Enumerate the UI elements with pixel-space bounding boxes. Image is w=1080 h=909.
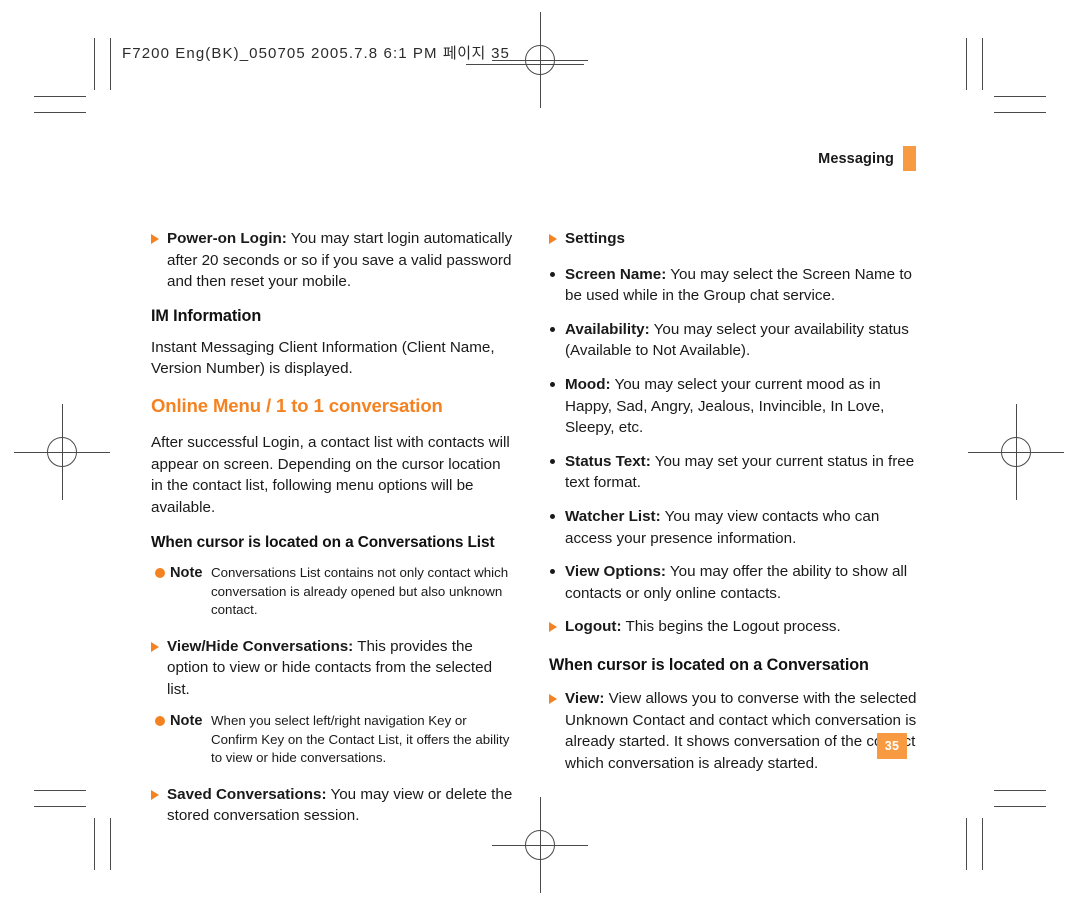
list-item-logout: Logout: This begins the Logout process. <box>549 616 921 638</box>
list-item-view: View: View allows you to converse with t… <box>549 688 921 774</box>
list-item-lead: View: <box>565 689 605 707</box>
heading-conversations-list: When cursor is located on a Conversation… <box>151 534 495 552</box>
list-item-lead: Availability: <box>565 320 650 338</box>
list-item-status-text: Status Text: You may set your current st… <box>549 451 921 494</box>
triangle-bullet-icon <box>151 234 159 244</box>
right-column: Settings Screen Name: You may select the… <box>549 228 921 776</box>
note-body: When you select left/right navigation Ke… <box>211 713 510 766</box>
round-bullet-icon <box>550 271 555 277</box>
heading-online-menu: Online Menu / 1 to 1 conversation <box>151 394 443 416</box>
list-item-watcher-list: Watcher List: You may view contacts who … <box>549 506 921 549</box>
note-label: Note <box>170 565 203 582</box>
list-item-lead: Saved Conversations: <box>167 785 327 803</box>
list-item-availability: Availability: You may select your availa… <box>549 319 921 362</box>
heading-conversation: When cursor is located on a Conversation <box>549 655 869 674</box>
list-item-lead: Power-on Login: <box>167 230 287 247</box>
round-bullet-icon <box>550 513 555 519</box>
page-body: Power-on Login: You may start login auto… <box>0 0 1080 909</box>
list-item-lead: View Options: <box>565 563 666 581</box>
paragraph-online-menu: After successful Login, a contact list w… <box>151 433 510 516</box>
list-item-lead: Status Text: <box>565 452 651 470</box>
list-item-body: View allows you to converse with the sel… <box>565 689 917 772</box>
list-item-view-hide-conversations: View/Hide Conversations: This provides t… <box>151 636 515 701</box>
list-item-lead: View/Hide Conversations: <box>167 637 354 655</box>
list-item-lead: Watcher List: <box>565 507 661 525</box>
round-bullet-icon <box>550 569 555 575</box>
list-item-lead: Screen Name: <box>565 265 667 283</box>
list-item-view-options: View Options: You may offer the ability … <box>549 561 921 604</box>
list-item-lead: Mood: <box>565 375 611 393</box>
list-item-mood: Mood: You may select your current mood a… <box>549 374 921 439</box>
list-item-body: You may select your current mood as in H… <box>565 375 885 437</box>
triangle-bullet-icon <box>151 789 159 800</box>
list-item-saved-conversations: Saved Conversations: You may view or del… <box>151 784 515 827</box>
note-bullet-icon <box>155 568 165 579</box>
list-item-screen-name: Screen Name: You may select the Screen N… <box>549 264 921 307</box>
heading-im-information: IM Information <box>151 306 262 325</box>
note-view-hide-conversations: Note When you select left/right navigati… <box>151 712 515 767</box>
list-item-lead: Settings <box>565 230 625 247</box>
triangle-bullet-icon <box>549 622 557 633</box>
round-bullet-icon <box>550 458 555 464</box>
paragraph-im-information: Instant Messaging Client Information (Cl… <box>151 338 495 378</box>
note-conversations-list: Note Conversations List contains not onl… <box>151 564 515 619</box>
triangle-bullet-icon <box>549 234 557 244</box>
round-bullet-icon <box>550 326 555 332</box>
left-column: Power-on Login: You may start login auto… <box>151 228 515 829</box>
triangle-bullet-icon <box>549 693 557 704</box>
list-item-lead: Logout: <box>565 618 622 636</box>
round-bullet-icon <box>550 381 555 387</box>
list-item-power-on-login: Power-on Login: You may start login auto… <box>151 228 515 293</box>
note-body: Conversations List contains not only con… <box>211 565 509 618</box>
page-number-badge: 35 <box>877 733 907 759</box>
triangle-bullet-icon <box>151 641 159 652</box>
note-bullet-icon <box>155 716 165 727</box>
list-item-settings: Settings <box>549 228 921 250</box>
list-item-body: This begins the Logout process. <box>621 618 841 636</box>
note-label: Note <box>170 713 203 730</box>
